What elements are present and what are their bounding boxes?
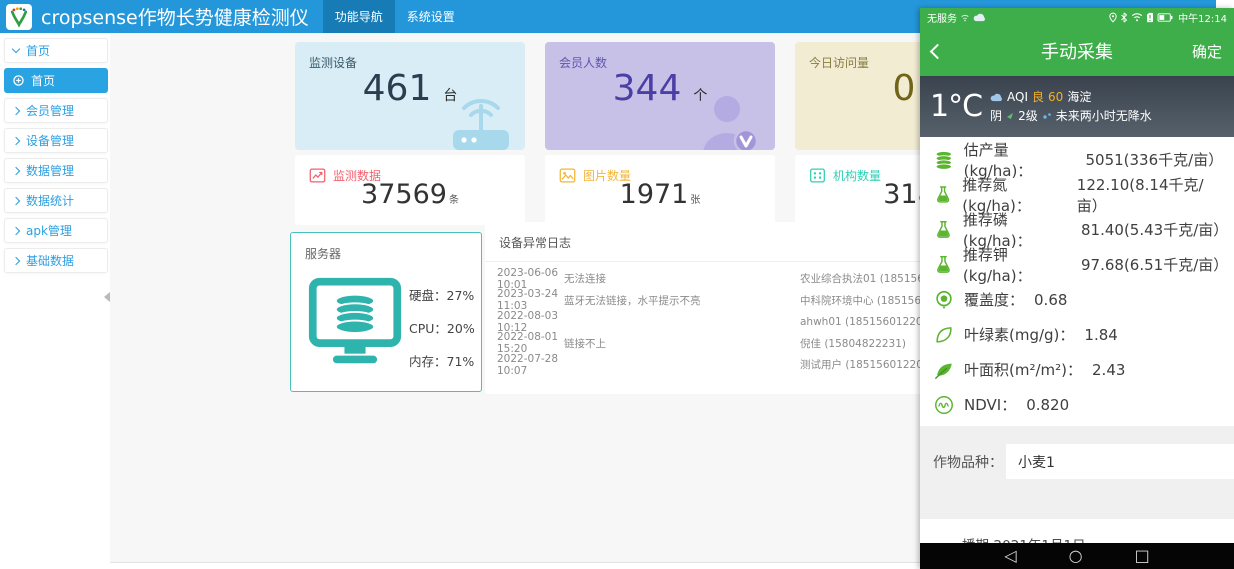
count-card-images: 图片数量 1971张	[545, 155, 775, 225]
chevron-right-icon	[12, 256, 20, 264]
chevron-right-icon	[12, 226, 20, 234]
sidebar-collapse-icon[interactable]	[104, 292, 110, 302]
metric-row-coverage: 覆盖度：0.68	[920, 282, 1234, 317]
metric-row-ndvi: NDVI：0.820	[920, 387, 1234, 422]
android-nav-bar: ◁ ○ □	[920, 543, 1234, 569]
cloud-icon	[973, 13, 986, 22]
stat-card-members: 会员人数 344个	[545, 42, 775, 150]
header-tabs: 功能导航 系统设置	[323, 0, 467, 33]
wind-label: 2级	[1018, 107, 1038, 126]
leaf-area-icon	[933, 359, 955, 381]
aqi-grade: 良	[1032, 88, 1044, 107]
metric-row-phosphorus: 推荐磷(kg/ha)：81.40(5.43千克/亩）	[920, 212, 1234, 247]
sidebar-item-data-stats[interactable]: 数据统计	[4, 188, 108, 213]
raindrop-icon	[1042, 112, 1052, 120]
yield-database-icon	[933, 149, 955, 171]
tab-system-settings[interactable]: 系统设置	[395, 0, 467, 33]
server-monitor-icon	[307, 277, 403, 367]
android-recent-icon[interactable]: □	[1135, 548, 1150, 564]
potassium-flask-icon	[933, 254, 954, 276]
condition-label: 阴	[990, 107, 1002, 126]
crop-variety-label: 作物品种：	[920, 444, 1006, 479]
server-panel: 服务器 硬盘：27% CPU：20% 内存：71%	[290, 232, 482, 392]
screen: cropsense作物长势健康检测仪 功能导航 系统设置 首页 首页 会员管理 …	[0, 0, 1234, 569]
sidebar-item-devices[interactable]: 设备管理	[4, 128, 108, 153]
count-card-monitor-data: 监测数据 37569条	[295, 155, 525, 225]
location-icon	[1109, 12, 1117, 23]
android-back-icon[interactable]: ◁	[1004, 548, 1016, 564]
sidebar-group-home[interactable]: 首页	[4, 38, 108, 63]
metric-row-yield: 估产量(kg/ha)：5051(336千克/亩）	[920, 142, 1234, 177]
confirm-button[interactable]: 确定	[1192, 41, 1222, 62]
chevron-down-icon	[12, 45, 20, 53]
coverage-icon	[933, 289, 955, 311]
crop-variety-input[interactable]: 小麦1	[1006, 444, 1234, 479]
phosphorus-flask-icon	[933, 219, 954, 241]
bluetooth-icon	[1120, 12, 1128, 23]
divider	[920, 479, 1234, 519]
circle-plus-icon	[13, 75, 24, 86]
wifi-off-icon	[960, 13, 970, 22]
app-title: cropsense作物长势健康检测仪	[41, 3, 309, 30]
mobile-app: 无服务 中午12:14	[920, 8, 1234, 569]
rain-forecast-label: 未来两小时无降水	[1056, 107, 1152, 126]
chevron-right-icon	[12, 166, 20, 174]
aqi-value: 60	[1048, 88, 1063, 107]
sidebar-item-data-mgmt[interactable]: 数据管理	[4, 158, 108, 183]
sidebar-item-home-active[interactable]: 首页	[4, 68, 108, 93]
weather-banner: 1°C AQI 良 60 海淀 阴 2级	[920, 76, 1234, 137]
sidebar-item-base-data[interactable]: 基础数据	[4, 248, 108, 273]
district-label: 海淀	[1067, 88, 1091, 107]
metric-row-chlorophyll: 叶绿素(mg/g)：1.84	[920, 317, 1234, 352]
chevron-right-icon	[12, 136, 20, 144]
member-icon	[687, 92, 767, 150]
stat-card-devices: 监测设备 461台	[295, 42, 525, 150]
router-icon	[445, 98, 517, 150]
nitrogen-flask-icon	[933, 184, 953, 206]
chevron-right-icon	[12, 106, 20, 114]
server-stats: 硬盘：27% CPU：20% 内存：71%	[409, 285, 475, 384]
chevron-right-icon	[12, 196, 20, 204]
sim-alert-icon	[1146, 12, 1154, 23]
battery-icon	[1157, 13, 1173, 22]
mobile-status-bar: 无服务 中午12:14	[920, 8, 1234, 26]
temperature-label: 1°C	[930, 89, 982, 124]
sidebar-item-members[interactable]: 会员管理	[4, 98, 108, 123]
mobile-nav-bar: 手动采集 确定	[920, 26, 1234, 76]
ndvi-wave-icon	[933, 394, 955, 416]
mobile-page-title: 手动采集	[920, 38, 1234, 64]
sidebar: 首页 首页 会员管理 设备管理 数据管理 数据统计 apk管理	[4, 38, 108, 278]
wifi-icon	[1131, 12, 1143, 22]
android-home-icon[interactable]: ○	[1069, 548, 1083, 564]
cropsense-logo-icon	[6, 4, 32, 30]
sidebar-item-apk-mgmt[interactable]: apk管理	[4, 218, 108, 243]
metric-row-nitrogen: 推荐氮(kg/ha)：122.10(8.14千克/亩）	[920, 177, 1234, 212]
carrier-label: 无服务	[927, 10, 957, 25]
metric-list: 估产量(kg/ha)：5051(336千克/亩） 推荐氮(kg/ha)：122.…	[920, 137, 1234, 426]
clock-label: 中午12:14	[1178, 10, 1227, 25]
weather-cloud-icon	[990, 93, 1003, 102]
crop-variety-row: 作物品种： 小麦1	[920, 444, 1234, 479]
wind-icon	[1006, 112, 1014, 120]
tab-function-nav[interactable]: 功能导航	[323, 0, 395, 33]
metric-row-potassium: 推荐钾(kg/ha)：97.68(6.51千克/亩）	[920, 247, 1234, 282]
chlorophyll-leaf-icon	[933, 324, 955, 346]
divider	[920, 426, 1234, 444]
metric-row-leaf-area: 叶面积(m²/m²)：2.43	[920, 352, 1234, 387]
